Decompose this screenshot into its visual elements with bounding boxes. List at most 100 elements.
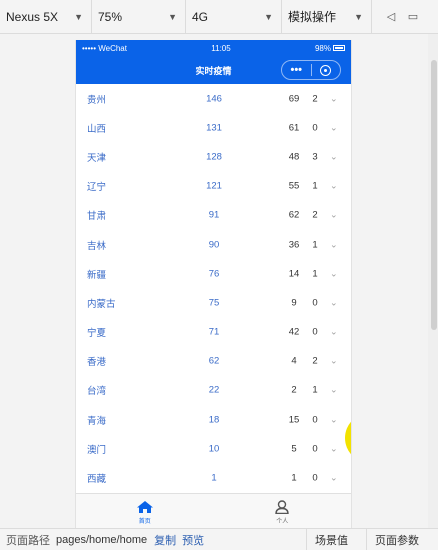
count-b: 61 [288, 122, 300, 134]
phone-screen: ••••• WeChat 11:05 98% 实时疫情 ••• 贵州 146 69 2… [75, 40, 352, 530]
chevron-down-icon[interactable]: ⌄ [330, 473, 338, 484]
page-path-label: 页面路径 [6, 534, 50, 547]
count-b: 2 [291, 384, 297, 396]
count-a: 121 [206, 180, 222, 192]
count-b: 55 [288, 180, 300, 192]
mode-select[interactable]: 模拟操作 ▼ [282, 0, 372, 34]
preview-link[interactable]: 预览 [179, 532, 207, 548]
chevron-down-icon[interactable]: ⌄ [330, 93, 338, 104]
chevron-down-icon[interactable]: ⌄ [330, 122, 338, 133]
chevron-down-icon: ▼ [354, 11, 363, 22]
province-name: 山西 [87, 123, 107, 135]
province-name: 贵州 [87, 94, 107, 106]
count-c: 0 [312, 472, 318, 484]
count-c: 1 [312, 239, 318, 251]
table-row[interactable]: 澳门 10 5 0 ⌄ [76, 434, 351, 463]
device-select-label: Nexus 5X [6, 9, 59, 24]
tab-bar: 首页 个人 [76, 493, 351, 530]
count-c: 2 [312, 209, 318, 221]
province-name: 天津 [87, 152, 107, 164]
count-b: 5 [291, 443, 297, 455]
table-row[interactable]: 香港 62 4 2 ⌄ [76, 347, 351, 376]
chevron-down-icon[interactable]: ⌄ [330, 297, 338, 308]
table-row[interactable]: 西藏 1 1 0 ⌄ [76, 463, 351, 492]
count-a: 10 [208, 443, 220, 455]
device-select[interactable]: Nexus 5X ▼ [0, 0, 92, 34]
chevron-down-icon[interactable]: ⌄ [330, 181, 338, 192]
chevron-down-icon: ▼ [264, 11, 273, 22]
chevron-down-icon[interactable]: ⌄ [330, 151, 338, 162]
target-icon [320, 64, 332, 76]
count-a: 146 [206, 93, 222, 105]
table-row[interactable]: 新疆 76 14 1 ⌄ [76, 259, 351, 288]
battery-icon [333, 45, 345, 52]
table-row[interactable]: 青海 18 15 0 ⌄ [76, 405, 351, 434]
count-c: 2 [312, 93, 318, 105]
tab-profile[interactable]: 个人 [214, 494, 352, 530]
table-row[interactable]: 宁夏 71 42 0 ⌄ [76, 318, 351, 347]
chevron-down-icon[interactable]: ⌄ [330, 443, 338, 454]
battery-indicator: 98% [315, 44, 345, 53]
table-row[interactable]: 山西 131 61 0 ⌄ [76, 113, 351, 142]
window-icon[interactable]: ▭ [402, 0, 424, 34]
zoom-select-label: 75% [98, 9, 123, 24]
table-row[interactable]: 甘肃 91 62 2 ⌄ [76, 201, 351, 230]
count-b: 42 [288, 326, 300, 338]
chevron-down-icon[interactable]: ⌄ [330, 327, 338, 338]
count-a: 18 [208, 414, 220, 426]
province-table: 贵州 146 69 2 ⌄ 山西 131 61 0 ⌄ 天津 128 48 3 ⌄ 辽宁 121 55 1 ⌄ 甘肃 91… [76, 84, 351, 493]
count-a: 131 [206, 122, 222, 134]
table-row[interactable]: 辽宁 121 55 1 ⌄ [76, 172, 351, 201]
count-a: 90 [208, 239, 220, 251]
chevron-down-icon: ▼ [74, 11, 83, 22]
chevron-down-icon[interactable]: ⌄ [330, 210, 338, 221]
province-name: 澳门 [87, 444, 107, 456]
person-icon [275, 499, 289, 514]
province-name: 新疆 [87, 269, 107, 281]
zoom-select[interactable]: 75% ▼ [92, 0, 186, 34]
table-row[interactable]: 台湾 22 2 1 ⌄ [76, 376, 351, 405]
table-row[interactable]: 吉林 90 36 1 ⌄ [76, 230, 351, 259]
count-b: 15 [288, 414, 300, 426]
home-icon [136, 500, 153, 513]
scene-value-button[interactable]: 场景值 [306, 529, 356, 550]
close-miniprogram-button[interactable] [312, 64, 341, 76]
table-row[interactable]: 内蒙古 75 9 0 ⌄ [76, 288, 351, 317]
count-c: 0 [312, 326, 318, 338]
count-a: 128 [206, 151, 222, 163]
chevron-down-icon[interactable]: ⌄ [330, 385, 338, 396]
chevron-down-icon[interactable]: ⌄ [330, 356, 338, 367]
province-name: 香港 [87, 357, 107, 369]
time-label: 11:05 [211, 43, 231, 53]
count-b: 4 [291, 355, 297, 367]
table-row[interactable]: 贵州 146 69 2 ⌄ [76, 84, 351, 113]
province-name: 辽宁 [87, 182, 107, 194]
phone-status-bar: ••••• WeChat 11:05 98% [76, 40, 351, 56]
page-params-button[interactable]: 页面参数 [366, 529, 427, 550]
count-c: 1 [312, 384, 318, 396]
count-b: 1 [291, 472, 297, 484]
table-row[interactable]: 天津 128 48 3 ⌄ [76, 142, 351, 171]
count-a: 71 [208, 326, 220, 338]
count-b: 62 [288, 209, 300, 221]
copy-link[interactable]: 复制 [151, 532, 179, 548]
count-c: 0 [312, 443, 318, 455]
carrier-label: ••••• WeChat [82, 43, 127, 53]
count-c: 1 [312, 180, 318, 192]
tab-home[interactable]: 首页 [76, 494, 214, 530]
devtools-status-bar: 页面路径 pages/home/home 复制 预览 场景值 页面参数 [0, 528, 438, 550]
province-name: 宁夏 [87, 328, 107, 340]
chevron-down-icon[interactable]: ⌄ [330, 239, 338, 250]
scrollbar-thumb[interactable] [431, 60, 437, 330]
tab-profile-label: 个人 [276, 518, 289, 525]
count-c: 0 [312, 122, 318, 134]
chevron-down-icon: ▼ [168, 11, 177, 22]
mute-icon[interactable]: ◁ [380, 0, 402, 34]
page-title: 实时疫情 [195, 65, 232, 76]
more-menu-icon[interactable]: ••• [282, 64, 311, 76]
province-name: 西藏 [87, 474, 107, 486]
network-select[interactable]: 4G ▼ [186, 0, 282, 34]
chevron-down-icon[interactable]: ⌄ [330, 414, 338, 425]
chevron-down-icon[interactable]: ⌄ [330, 268, 338, 279]
count-c: 3 [312, 151, 318, 163]
